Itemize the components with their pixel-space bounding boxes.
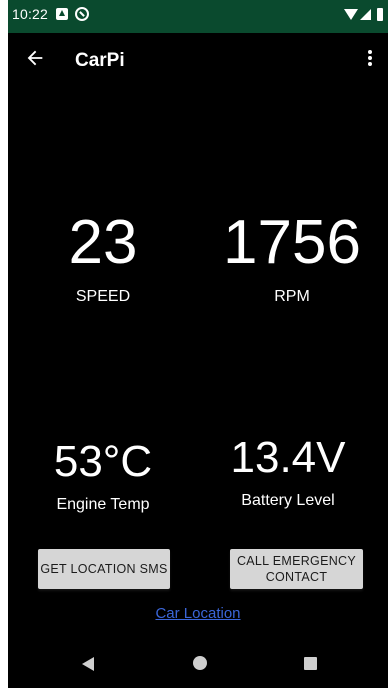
speed-label: SPEED (75, 288, 131, 305)
page-title: CarPi (75, 50, 125, 71)
battery-level-value: 13.4V (230, 433, 346, 482)
engine-temp-value: 53°C (53, 437, 153, 486)
battery-icon (377, 8, 383, 21)
app-screen: 10:22 CarPi 23 SPEED 1756 RPM 53°C Engin… (8, 0, 388, 688)
get-location-sms-button[interactable]: GET LOCATION SMS (38, 549, 170, 589)
engine-temp-label: Engine Temp (56, 496, 150, 513)
more-vert-icon[interactable] (362, 50, 378, 70)
call-emergency-contact-label: CALL EMERGENCY CONTACT (236, 554, 357, 584)
nav-home-icon[interactable] (193, 656, 207, 670)
speed-value: 23 (68, 208, 138, 277)
speed-metric: 23 SPEED (10, 212, 196, 306)
battery-level-label: Battery Level (241, 492, 335, 509)
notification-a-icon (56, 8, 68, 20)
status-time: 10:22 (12, 6, 49, 22)
signal-icon (360, 9, 371, 20)
get-location-sms-label: GET LOCATION SMS (40, 562, 168, 576)
battery-level-metric: 13.4V Battery Level (192, 436, 384, 510)
wifi-icon (344, 9, 358, 20)
nav-recents-icon[interactable] (304, 657, 317, 670)
status-bar: 10:22 (8, 0, 388, 33)
call-emergency-contact-button[interactable]: CALL EMERGENCY CONTACT (230, 549, 363, 589)
arrow-back-icon[interactable] (24, 47, 46, 69)
rpm-metric: 1756 RPM (196, 212, 388, 306)
rpm-value: 1756 (223, 208, 361, 277)
app-bar: CarPi (8, 33, 388, 89)
system-nav-bar (8, 640, 388, 688)
engine-temp-metric: 53°C Engine Temp (8, 440, 198, 514)
rpm-label: RPM (274, 288, 310, 305)
nav-back-icon[interactable] (82, 657, 94, 671)
car-location-link[interactable]: Car Location (8, 605, 388, 622)
do-not-disturb-icon (75, 7, 89, 21)
